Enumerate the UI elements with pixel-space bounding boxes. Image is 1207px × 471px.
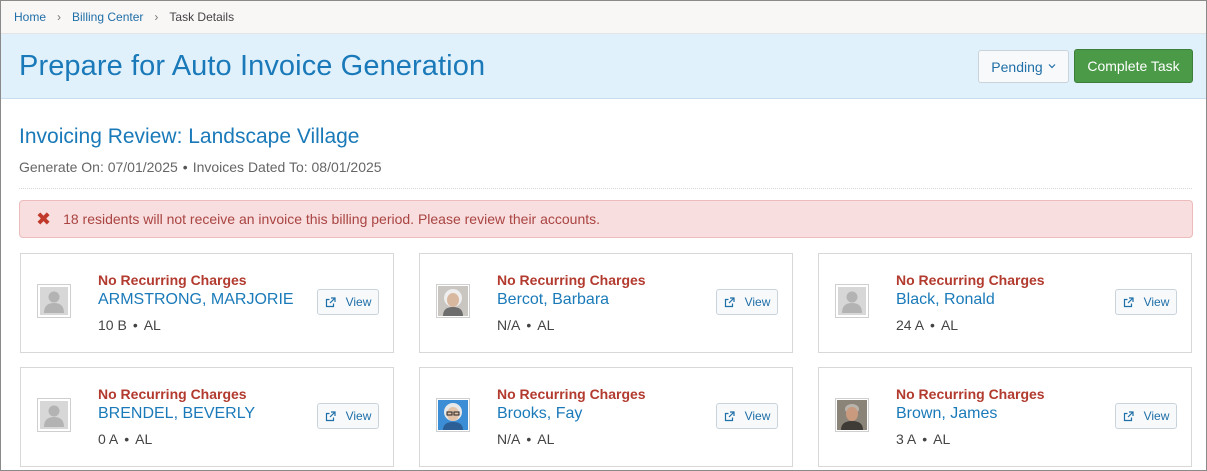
chevron-down-icon	[1048, 61, 1056, 71]
resident-room: N/A	[497, 431, 521, 447]
external-link-icon	[1123, 410, 1139, 422]
resident-avatar	[835, 398, 869, 432]
resident-care-level: AL	[940, 317, 959, 333]
resident-care-level: AL	[143, 317, 161, 333]
resident-room: 0 A	[98, 431, 119, 447]
resident-name-link[interactable]: BRENDEL, BEVERLY	[98, 405, 255, 423]
resident-meta: N/A • AL	[497, 317, 554, 333]
page-title: Prepare for Auto Invoice Generation	[19, 49, 486, 82]
status-dropdown-button[interactable]: Pending	[978, 50, 1069, 83]
view-resident-button[interactable]: View	[317, 289, 379, 315]
view-button-label: View	[744, 295, 771, 309]
no-recurring-charges-label: No Recurring Charges	[896, 386, 1045, 402]
resident-avatar	[436, 398, 470, 432]
resident-room: N/A	[497, 317, 521, 333]
view-resident-button[interactable]: View	[1115, 403, 1177, 429]
no-recurring-charges-label: No Recurring Charges	[98, 272, 247, 288]
chevron-right-icon: ›	[154, 10, 159, 24]
separator-dot: •	[124, 431, 130, 447]
view-button-label: View	[1143, 295, 1170, 309]
breadcrumb-current: Task Details	[169, 10, 235, 24]
review-dates: Generate On: 07/01/2025 • Invoices Dated T…	[19, 159, 382, 175]
breadcrumb-home-link[interactable]: Home	[14, 10, 46, 24]
view-resident-button[interactable]: View	[716, 403, 778, 429]
resident-avatar	[37, 398, 71, 432]
separator-dot: •	[930, 317, 935, 333]
separator-dot: •	[526, 317, 532, 333]
resident-meta: 24 A • AL	[896, 317, 958, 333]
external-link-icon	[724, 410, 740, 422]
resident-name-link[interactable]: Bercot, Barbara	[497, 291, 609, 309]
error-x-icon: ✖	[36, 209, 52, 229]
page-header: Prepare for Auto Invoice Generation Pend…	[1, 34, 1206, 99]
breadcrumb: Home › Billing Center › Task Details	[1, 1, 1206, 34]
resident-name-link[interactable]: Brown, James	[896, 405, 997, 423]
external-link-icon	[1123, 296, 1139, 308]
no-recurring-charges-label: No Recurring Charges	[497, 386, 646, 402]
separator-dot: •	[922, 431, 928, 447]
resident-avatar	[37, 284, 71, 318]
resident-card: No Recurring Charges Brooks, Fay N/A • AL Vie…	[419, 367, 793, 467]
breadcrumb-billing-center-link[interactable]: Billing Center	[72, 10, 143, 24]
view-button-label: View	[345, 295, 372, 309]
no-recurring-charges-label: No Recurring Charges	[497, 272, 646, 288]
separator-dot: •	[132, 317, 138, 333]
resident-care-level: AL	[537, 317, 555, 333]
divider	[19, 188, 1192, 189]
resident-card: No Recurring Charges BRENDEL, BEVERLY 0 A •…	[20, 367, 394, 467]
error-alert: ✖ 18 residents will not receive an invoi…	[19, 200, 1193, 238]
resident-avatar	[436, 284, 470, 318]
generate-on-text: Generate On: 07/01/2025	[19, 159, 178, 175]
resident-card: No Recurring Charges ARMSTRONG, MARJORIE 1…	[20, 253, 394, 353]
complete-task-button[interactable]: Complete Task	[1074, 49, 1193, 83]
view-button-label: View	[1143, 409, 1170, 423]
view-resident-button[interactable]: View	[317, 403, 379, 429]
separator-dot: •	[526, 431, 532, 447]
chevron-right-icon: ›	[57, 10, 62, 24]
resident-avatar	[835, 284, 869, 318]
resident-meta: 10 B • AL	[98, 317, 161, 333]
resident-care-level: AL	[933, 431, 951, 447]
view-button-label: View	[345, 409, 372, 423]
external-link-icon	[724, 296, 740, 308]
resident-name-link[interactable]: Brooks, Fay	[497, 405, 582, 423]
resident-room: 10 B	[98, 317, 127, 333]
view-button-label: View	[744, 409, 771, 423]
resident-card: No Recurring Charges Black, Ronald 24 A • AL…	[818, 253, 1192, 353]
resident-room: 24 A	[896, 317, 925, 333]
resident-name-link[interactable]: ARMSTRONG, MARJORIE	[98, 291, 294, 309]
resident-care-level: AL	[135, 431, 153, 447]
resident-name-link[interactable]: Black, Ronald	[896, 291, 995, 309]
resident-meta: 0 A • AL	[98, 431, 152, 447]
status-dropdown-label: Pending	[991, 58, 1043, 75]
no-recurring-charges-label: No Recurring Charges	[98, 386, 247, 402]
separator-dot: •	[182, 159, 188, 175]
review-title: Invoicing Review: Landscape Village	[19, 125, 360, 148]
view-resident-button[interactable]: View	[1115, 289, 1177, 315]
view-resident-button[interactable]: View	[716, 289, 778, 315]
resident-care-level: AL	[537, 431, 555, 447]
alert-message: 18 residents will not receive an invoice…	[63, 211, 601, 227]
dated-to-text: Invoices Dated To: 08/01/2025	[192, 159, 382, 175]
external-link-icon	[325, 410, 341, 422]
no-recurring-charges-label: No Recurring Charges	[896, 272, 1045, 288]
resident-meta: 3 A • AL	[896, 431, 950, 447]
resident-card: No Recurring Charges Brown, James 3 A • AL Vi…	[818, 367, 1192, 467]
external-link-icon	[325, 296, 341, 308]
resident-room: 3 A	[896, 431, 917, 447]
resident-card: No Recurring Charges Bercot, Barbara N/A • A…	[419, 253, 793, 353]
resident-meta: N/A • AL	[497, 431, 554, 447]
page-frame: Home › Billing Center › Task Details Pre…	[0, 0, 1207, 471]
